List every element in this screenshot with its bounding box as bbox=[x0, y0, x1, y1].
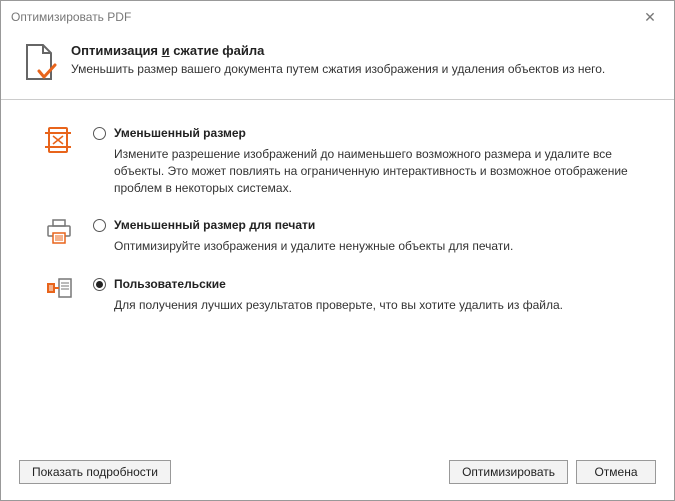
option-custom-desc: Для получения лучших результатов проверь… bbox=[93, 297, 638, 314]
dialog-title: Оптимизация и сжатие файла bbox=[71, 43, 605, 58]
option-custom-label: Пользовательские bbox=[114, 277, 226, 291]
dialog-header: Оптимизация и сжатие файла Уменьшить раз… bbox=[1, 33, 674, 99]
option-custom-radio-row[interactable]: Пользовательские bbox=[93, 277, 638, 291]
option-custom: Пользовательские Для получения лучших ре… bbox=[23, 277, 652, 314]
header-text: Оптимизация и сжатие файла Уменьшить раз… bbox=[71, 43, 605, 76]
document-check-icon bbox=[23, 43, 57, 83]
dialog-subtitle: Уменьшить размер вашего документа путем … bbox=[71, 62, 605, 76]
option-reduced-label: Уменьшенный размер bbox=[114, 126, 246, 140]
option-reduced-size: Уменьшенный размер Измените разрешение и… bbox=[23, 126, 652, 196]
cancel-button[interactable]: Отмена bbox=[576, 460, 656, 484]
dialog-footer: Показать подробности Оптимизировать Отме… bbox=[1, 450, 674, 500]
option-print-size: Уменьшенный размер для печати Оптимизиру… bbox=[23, 218, 652, 255]
window-title: Оптимизировать PDF bbox=[11, 10, 636, 24]
custom-settings-icon bbox=[23, 277, 93, 314]
option-reduced-desc: Измените разрешение изображений до наиме… bbox=[93, 146, 638, 196]
option-print-label: Уменьшенный размер для печати bbox=[114, 218, 315, 232]
option-reduced-radio-row[interactable]: Уменьшенный размер bbox=[93, 126, 638, 140]
reduced-size-icon bbox=[23, 126, 93, 196]
option-print-radio-row[interactable]: Уменьшенный размер для печати bbox=[93, 218, 638, 232]
optimize-button[interactable]: Оптимизировать bbox=[449, 460, 568, 484]
show-details-button[interactable]: Показать подробности bbox=[19, 460, 171, 484]
close-icon[interactable]: ✕ bbox=[636, 9, 664, 26]
printer-icon bbox=[23, 218, 93, 255]
radio-print[interactable] bbox=[93, 219, 106, 232]
radio-custom[interactable] bbox=[93, 278, 106, 291]
option-print-desc: Оптимизируйте изображения и удалите нену… bbox=[93, 238, 638, 255]
optimize-pdf-dialog: Оптимизировать PDF ✕ Оптимизация и сжати… bbox=[0, 0, 675, 501]
dialog-body: Уменьшенный размер Измените разрешение и… bbox=[1, 100, 674, 450]
titlebar: Оптимизировать PDF ✕ bbox=[1, 1, 674, 33]
radio-reduced[interactable] bbox=[93, 127, 106, 140]
